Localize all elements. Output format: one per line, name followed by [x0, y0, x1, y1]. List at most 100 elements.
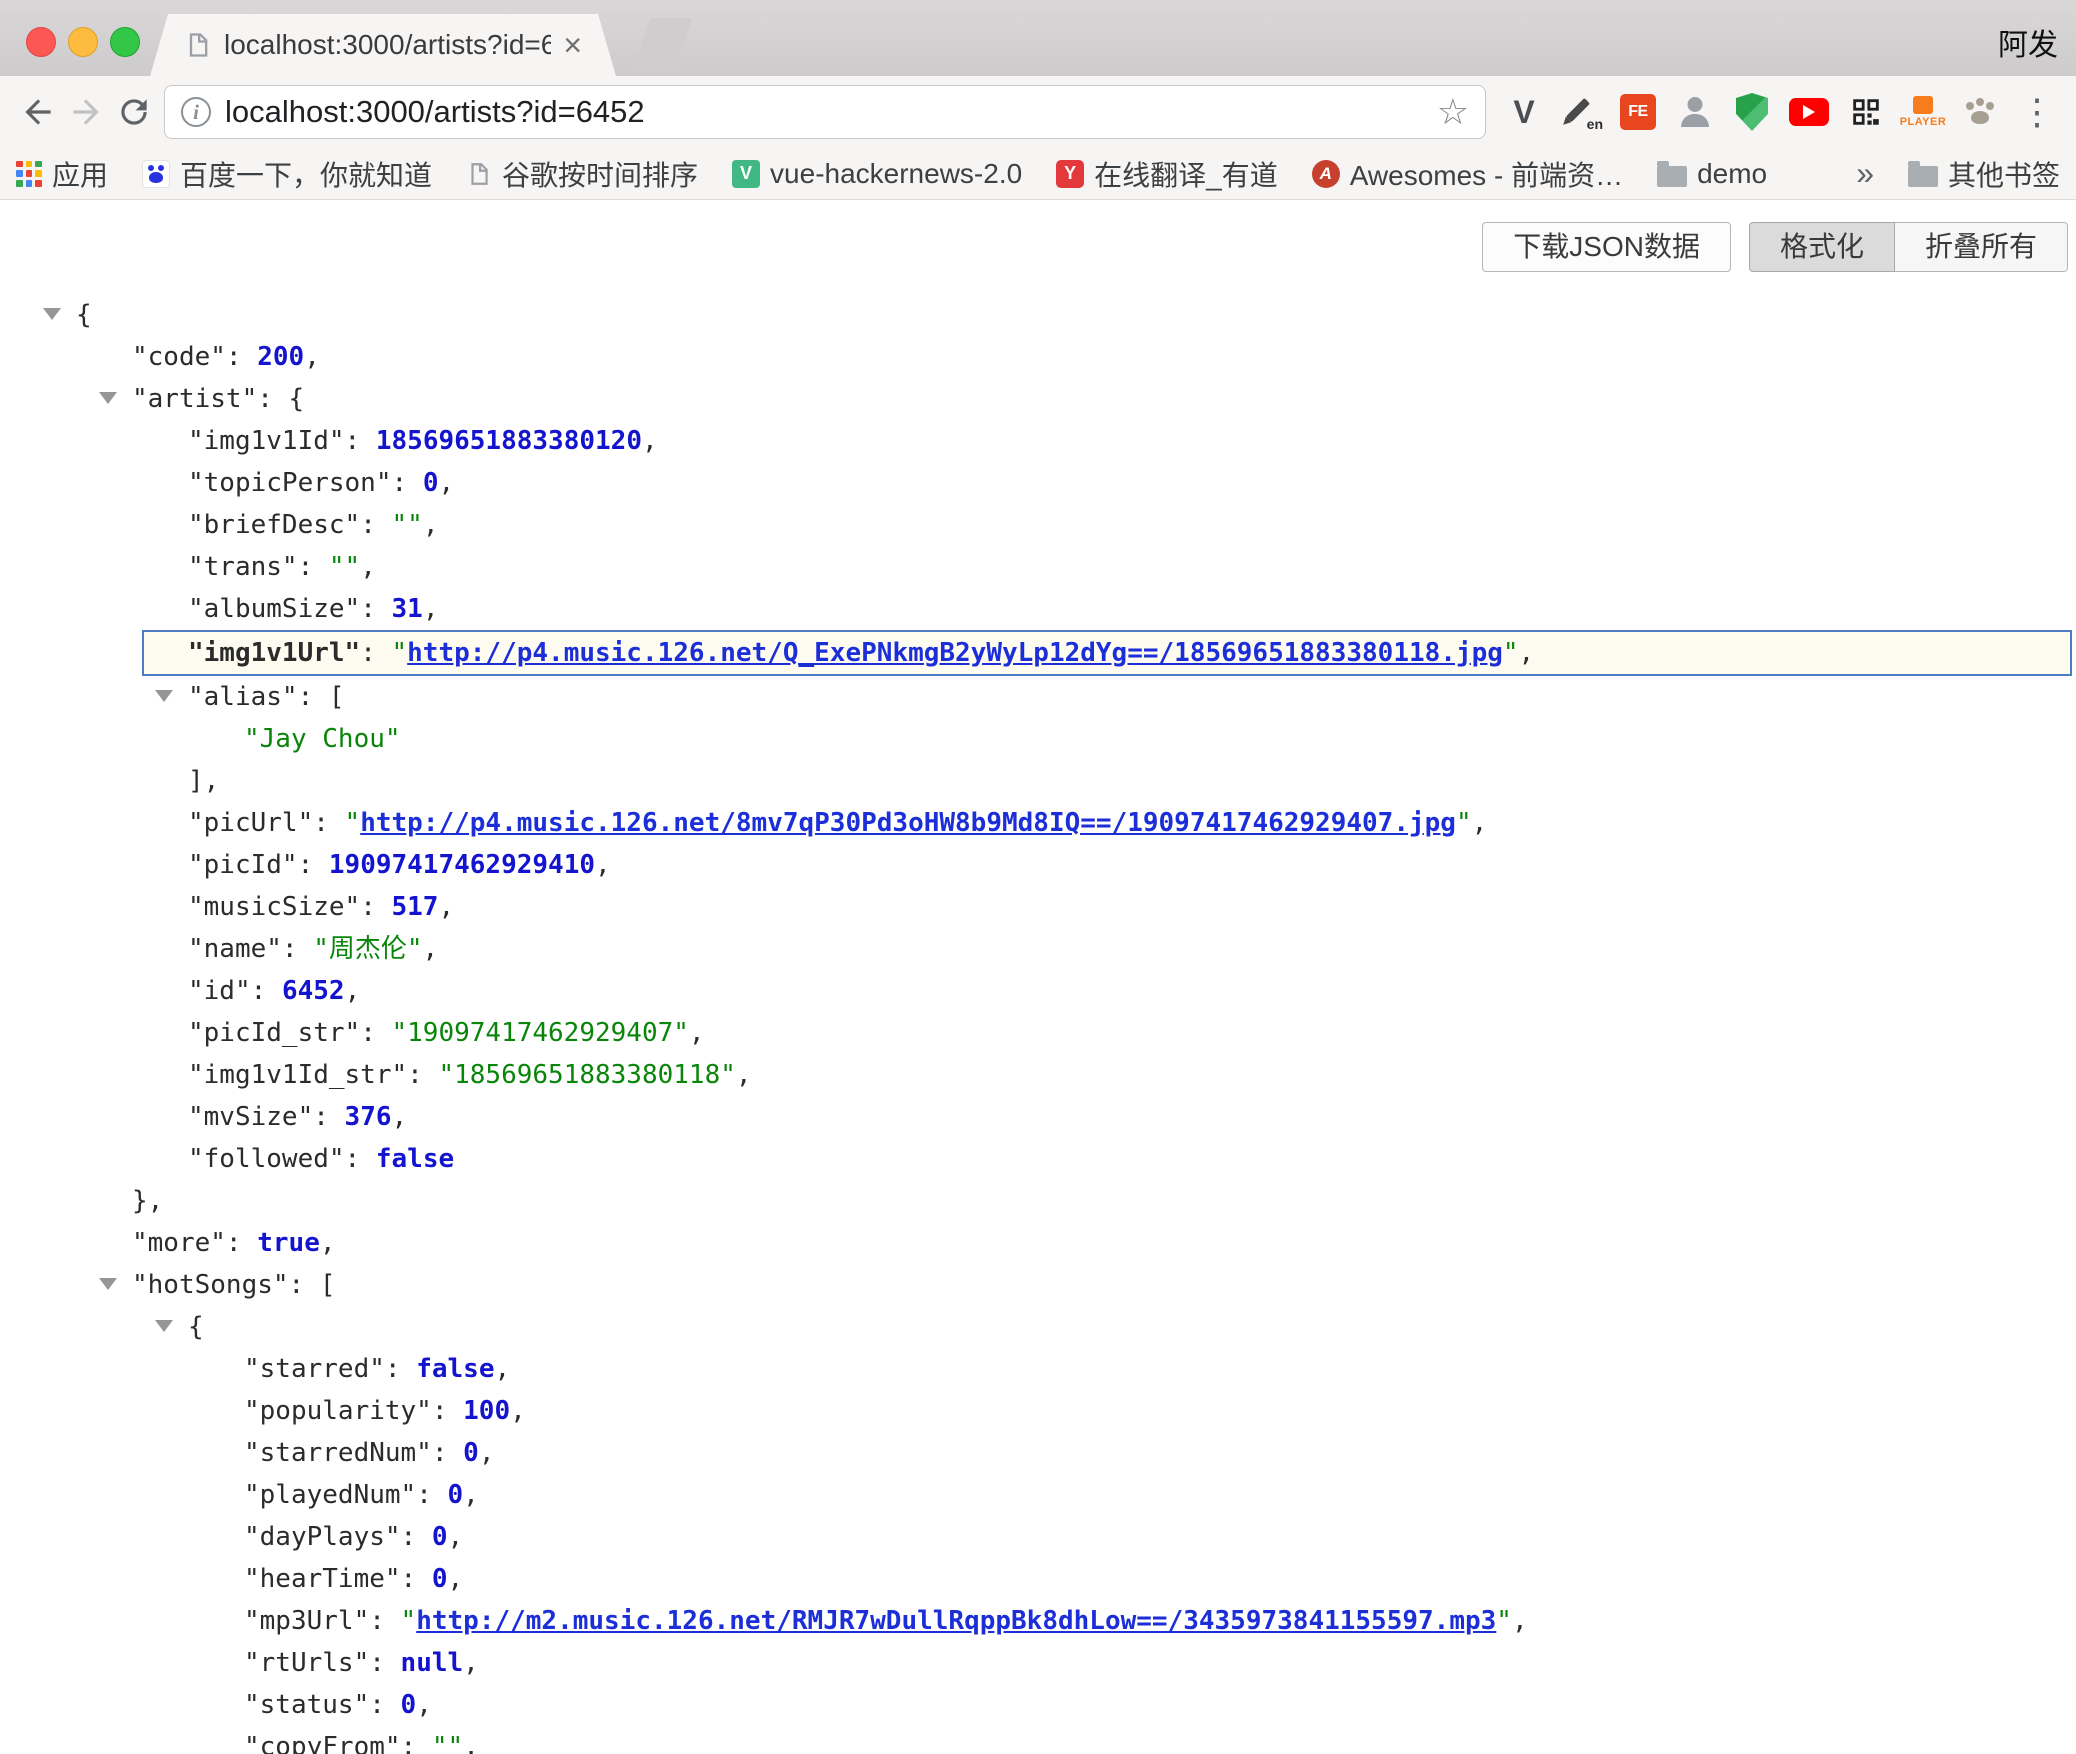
baidu-icon	[142, 160, 170, 188]
json-token: :	[392, 468, 423, 498]
json-token: "playedNum"	[244, 1480, 416, 1510]
json-line: "Jay Chou"	[0, 718, 2076, 760]
json-token: ,	[423, 510, 439, 540]
bookmark-demo-folder[interactable]: demo	[1657, 158, 1767, 190]
bookmark-vue-hackernews[interactable]: V vue-hackernews-2.0	[732, 158, 1022, 190]
json-token: 6452	[282, 976, 345, 1006]
bookmark-star-icon[interactable]: ☆	[1437, 94, 1469, 130]
json-viewer: {"code": 200,"artist": {"img1v1Id": 1856…	[0, 272, 2076, 1754]
new-tab-button[interactable]	[634, 18, 692, 70]
json-token: "hearTime"	[244, 1564, 401, 1594]
bookmark-google-sort[interactable]: 谷歌按时间排序	[466, 154, 698, 194]
download-json-button[interactable]: 下载JSON数据	[1482, 222, 1731, 272]
json-token: ,	[736, 1060, 752, 1090]
youdao-icon: Y	[1056, 160, 1084, 188]
reload-button[interactable]	[110, 88, 158, 136]
bookmark-label: vue-hackernews-2.0	[770, 158, 1022, 190]
json-token: "followed"	[188, 1144, 345, 1174]
json-token: ,	[463, 1480, 479, 1510]
json-line: },	[0, 1180, 2076, 1222]
back-button[interactable]	[14, 88, 62, 136]
json-token: ,	[463, 1648, 479, 1678]
player-extension-icon[interactable]: PLAYER	[1899, 86, 1947, 138]
site-info-icon[interactable]: i	[181, 97, 211, 127]
shield-extension-icon[interactable]	[1728, 86, 1776, 138]
qr-code-icon[interactable]	[1842, 86, 1890, 138]
forward-button[interactable]	[62, 88, 110, 136]
collapse-toggle-icon[interactable]	[99, 392, 117, 404]
bookmark-youdao[interactable]: Y 在线翻译_有道	[1056, 154, 1278, 194]
json-url-link[interactable]: http://p4.music.126.net/Q_ExePNkmgB2yWyL…	[407, 638, 1503, 668]
json-token: 0	[463, 1438, 479, 1468]
collapse-toggle-icon[interactable]	[155, 690, 173, 702]
other-bookmarks[interactable]: 其他书签	[1908, 154, 2060, 194]
json-token: :	[345, 1144, 376, 1174]
json-token: :	[298, 850, 329, 880]
view-mode-group: 格式化 折叠所有	[1749, 222, 2068, 272]
json-token: "trans"	[188, 552, 298, 582]
json-token: 18569651883380120	[376, 426, 642, 456]
page-icon	[184, 31, 212, 59]
json-token: false	[416, 1354, 494, 1384]
collapse-all-button[interactable]: 折叠所有	[1895, 222, 2068, 272]
json-token: {	[188, 1312, 204, 1342]
paw-icon[interactable]	[1956, 86, 2004, 138]
json-line: "img1v1Id": 18569651883380120,	[0, 420, 2076, 462]
minimize-window-icon[interactable]	[68, 27, 98, 57]
bookmarks-overflow-chevron[interactable]: »	[1856, 155, 1874, 192]
format-button[interactable]: 格式化	[1749, 222, 1895, 272]
json-token: :	[360, 1018, 391, 1048]
json-line: "status": 0,	[0, 1684, 2076, 1726]
tab-close-icon[interactable]: ×	[563, 29, 582, 61]
bookmark-baidu[interactable]: 百度一下，你就知道	[142, 154, 432, 194]
json-url-link[interactable]: http://p4.music.126.net/8mv7qP30Pd3oHW8b…	[360, 808, 1456, 838]
json-token: ,	[304, 342, 320, 372]
json-token: :	[298, 552, 329, 582]
json-line: "picId_str": "19097417462929407",	[0, 1012, 2076, 1054]
json-token: :	[401, 1522, 432, 1552]
collapse-toggle-icon[interactable]	[99, 1278, 117, 1290]
json-line: "briefDesc": "",	[0, 504, 2076, 546]
bookmark-apps[interactable]: 应用	[16, 154, 108, 194]
browser-menu-icon[interactable]: ⋮	[2013, 86, 2061, 138]
zoom-window-icon[interactable]	[110, 27, 140, 57]
json-url-link[interactable]: http://m2.music.126.net/RMJR7wDullRqppBk…	[416, 1606, 1496, 1636]
fe-extension-icon[interactable]: FE	[1614, 86, 1662, 138]
json-token: "popularity"	[244, 1396, 432, 1426]
json-token: :	[401, 1564, 432, 1594]
json-token: "img1v1Url"	[188, 638, 360, 668]
url-bar[interactable]: i localhost:3000/artists?id=6452 ☆	[164, 85, 1486, 139]
bookmark-label: 应用	[52, 154, 108, 194]
youtube-icon[interactable]	[1785, 86, 1833, 138]
json-line: "dayPlays": 0,	[0, 1516, 2076, 1558]
json-line: "popularity": 100,	[0, 1390, 2076, 1432]
json-token: :	[432, 1396, 463, 1426]
json-token: "	[1503, 638, 1519, 668]
json-token: "	[345, 808, 361, 838]
json-token: ,	[345, 976, 361, 1006]
json-token: ,	[438, 468, 454, 498]
json-token: {	[76, 300, 92, 330]
collapse-toggle-icon[interactable]	[43, 308, 61, 320]
json-token: "alias"	[188, 682, 298, 712]
bookmark-awesomes[interactable]: A Awesomes - 前端资…	[1312, 154, 1623, 194]
json-token: :	[313, 808, 344, 838]
json-token: "hotSongs"	[132, 1270, 289, 1300]
json-token: "picId"	[188, 850, 298, 880]
url-input[interactable]: localhost:3000/artists?id=6452	[225, 94, 1423, 130]
json-token: "code"	[132, 342, 226, 372]
json-token: ,	[448, 1564, 464, 1594]
profile-icon[interactable]	[1671, 86, 1719, 138]
json-token: ""	[392, 510, 423, 540]
translate-pen-icon[interactable]: en	[1557, 86, 1605, 138]
browser-tab[interactable]: localhost:3000/artists?id=645 ×	[150, 14, 616, 76]
json-token: "artist"	[132, 384, 257, 414]
json-token: 0	[401, 1690, 417, 1720]
v-extension-icon[interactable]: V	[1500, 86, 1548, 138]
json-line: "picId": 19097417462929410,	[0, 844, 2076, 886]
close-window-icon[interactable]	[26, 27, 56, 57]
json-line: ],	[0, 760, 2076, 802]
json-token: ,	[463, 1732, 479, 1754]
json-token: 0	[448, 1480, 464, 1510]
collapse-toggle-icon[interactable]	[155, 1320, 173, 1332]
